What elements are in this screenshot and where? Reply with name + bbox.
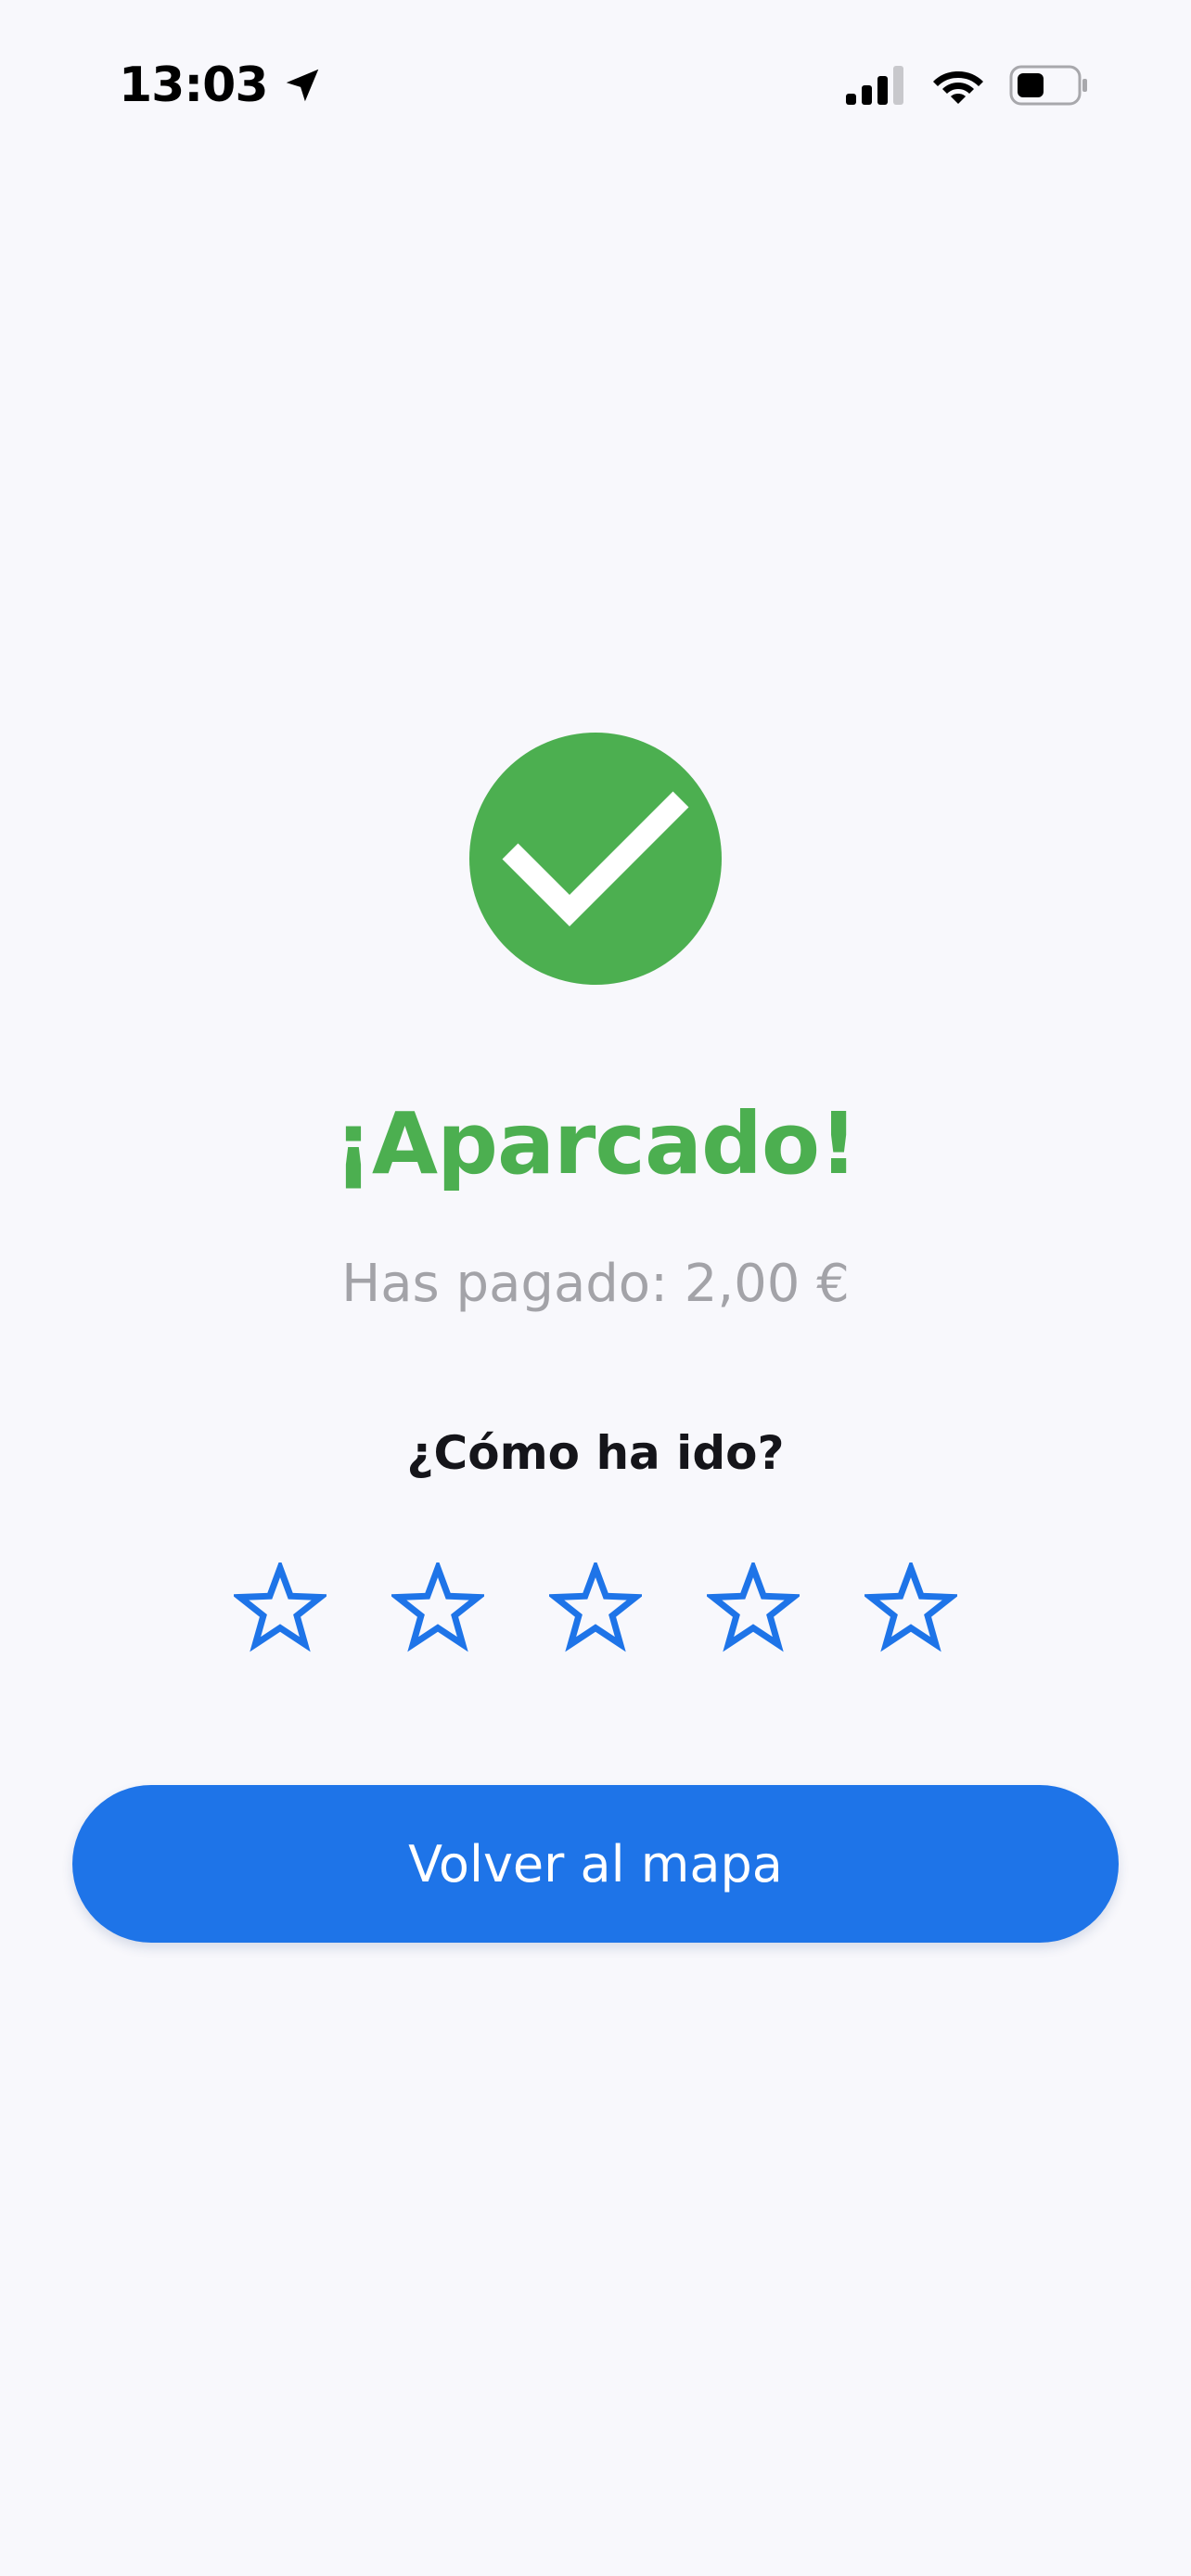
wifi-icon bbox=[933, 71, 983, 104]
star-icon[interactable] bbox=[707, 1562, 800, 1655]
status-time: 13:03 bbox=[119, 57, 269, 113]
status-icons bbox=[846, 65, 1089, 106]
star-icon[interactable] bbox=[549, 1562, 642, 1655]
check-circle-icon bbox=[469, 733, 722, 985]
back-to-map-button[interactable]: Volver al mapa bbox=[72, 1785, 1119, 1943]
payment-amount-text: Has pagado: 2,00 € bbox=[341, 1254, 850, 1314]
battery-icon bbox=[1009, 65, 1087, 106]
cellular-signal-icon bbox=[846, 66, 903, 105]
star-icon[interactable] bbox=[391, 1562, 484, 1655]
star-rating bbox=[0, 1562, 1191, 1655]
status-time-group: 13:03 bbox=[119, 57, 324, 113]
star-icon[interactable] bbox=[234, 1562, 327, 1655]
page-title: ¡Aparcado! bbox=[333, 1094, 858, 1193]
location-arrow-icon bbox=[286, 69, 318, 102]
rating-question: ¿Cómo ha ido? bbox=[406, 1426, 785, 1480]
status-bar: 13:03 bbox=[0, 0, 1191, 176]
star-icon[interactable] bbox=[864, 1562, 957, 1655]
